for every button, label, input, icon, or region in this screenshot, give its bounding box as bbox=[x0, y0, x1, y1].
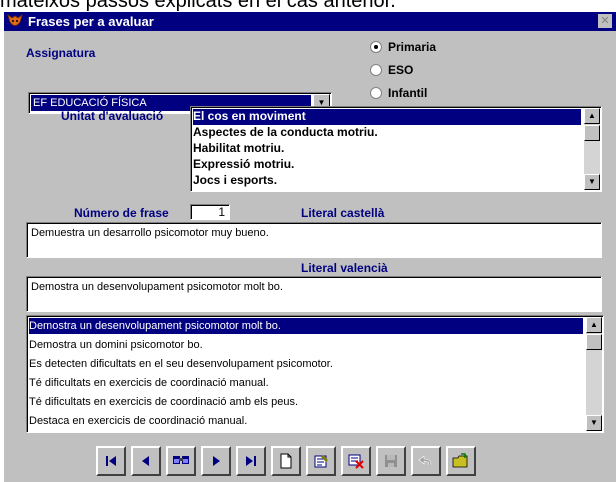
first-record-button[interactable] bbox=[96, 446, 126, 476]
valencia-field[interactable]: Demostra un desenvolupament psicomotor m… bbox=[26, 276, 602, 312]
scroll-up-icon[interactable]: ▲ bbox=[584, 108, 600, 124]
radio-eso[interactable]: ESO bbox=[370, 63, 413, 77]
edit-record-button[interactable] bbox=[306, 446, 336, 476]
close-button[interactable]: ✕ bbox=[598, 14, 612, 28]
list-item[interactable]: El cos en moviment bbox=[193, 109, 581, 125]
list-item[interactable]: Té dificultats en exercicis de coordinac… bbox=[29, 375, 583, 391]
search-button[interactable] bbox=[166, 446, 196, 476]
new-icon bbox=[279, 453, 293, 469]
scroll-thumb[interactable] bbox=[586, 334, 602, 350]
undo-icon bbox=[418, 454, 434, 468]
list-item[interactable]: Demostra un desenvolupament psicomotor m… bbox=[29, 318, 583, 334]
castella-field[interactable]: Demuestra un desarrollo psicomotor muy b… bbox=[26, 222, 602, 258]
list-item[interactable]: Es detecten dificultats en el seu desenv… bbox=[29, 356, 583, 372]
exit-button[interactable] bbox=[446, 446, 476, 476]
last-record-button[interactable] bbox=[236, 446, 266, 476]
save-icon bbox=[384, 454, 398, 468]
previous-icon bbox=[139, 454, 153, 468]
dialog-window: Frases per a avaluar ✕ Assignatura EF ED… bbox=[4, 12, 616, 482]
radio-infantil[interactable]: Infantil bbox=[370, 86, 427, 100]
list-item[interactable]: Demostra un domini psicomotor bo. bbox=[29, 337, 583, 353]
assignatura-label: Assignatura bbox=[26, 46, 96, 60]
radio-dot-icon bbox=[370, 63, 382, 76]
scroll-thumb[interactable] bbox=[584, 125, 600, 141]
delete-icon bbox=[348, 453, 364, 469]
exit-icon bbox=[452, 453, 470, 469]
list-item[interactable]: Habilitat motriu. bbox=[193, 141, 581, 157]
last-icon bbox=[244, 454, 258, 468]
scroll-down-icon[interactable]: ▼ bbox=[584, 174, 600, 190]
title-bar[interactable]: Frases per a avaluar ✕ bbox=[4, 12, 616, 31]
unitat-scrollbar[interactable]: ▲ ▼ bbox=[584, 108, 600, 190]
next-record-button[interactable] bbox=[201, 446, 231, 476]
search-icon bbox=[172, 453, 190, 469]
radio-primaria[interactable]: Primaria bbox=[370, 40, 436, 54]
window-title: Frases per a avaluar bbox=[28, 14, 154, 29]
phrases-list[interactable]: Demostra un desenvolupament psicomotor m… bbox=[26, 315, 604, 433]
numero-label: Número de frase bbox=[74, 206, 169, 220]
scroll-up-icon[interactable]: ▲ bbox=[586, 317, 602, 333]
numero-field[interactable]: 1 bbox=[190, 204, 230, 220]
new-record-button[interactable] bbox=[271, 446, 301, 476]
phrases-scrollbar[interactable]: ▲ ▼ bbox=[586, 317, 602, 431]
list-item[interactable]: Destaca en exercicis de coordinació manu… bbox=[29, 413, 583, 429]
undo-button[interactable] bbox=[411, 446, 441, 476]
first-icon bbox=[104, 454, 118, 468]
scroll-down-icon[interactable]: ▼ bbox=[586, 415, 602, 431]
unitat-list[interactable]: El cos en moviment Aspectes de la conduc… bbox=[190, 106, 602, 192]
castella-label: Literal castellà bbox=[301, 206, 385, 220]
valencia-label: Literal valencià bbox=[301, 261, 388, 275]
list-item[interactable]: Té dificultats en exercicis de coordinac… bbox=[29, 394, 583, 410]
edit-icon bbox=[313, 453, 329, 469]
radio-dot-icon bbox=[370, 86, 382, 99]
previous-record-button[interactable] bbox=[131, 446, 161, 476]
list-item[interactable]: Expressió motriu. bbox=[193, 157, 581, 173]
save-record-button[interactable] bbox=[376, 446, 406, 476]
unitat-label: Unitat d'avaluació bbox=[61, 109, 164, 123]
navigation-toolbar bbox=[96, 446, 528, 478]
delete-record-button[interactable] bbox=[341, 446, 371, 476]
list-item[interactable]: Jocs i esports. bbox=[193, 173, 581, 189]
background-document-text: mateixos passos explicats en el cas ante… bbox=[0, 0, 396, 12]
next-icon bbox=[209, 454, 223, 468]
radio-dot-icon bbox=[370, 40, 382, 53]
list-item[interactable]: Aspectes de la conducta motriu. bbox=[193, 125, 581, 141]
app-icon bbox=[7, 13, 23, 34]
